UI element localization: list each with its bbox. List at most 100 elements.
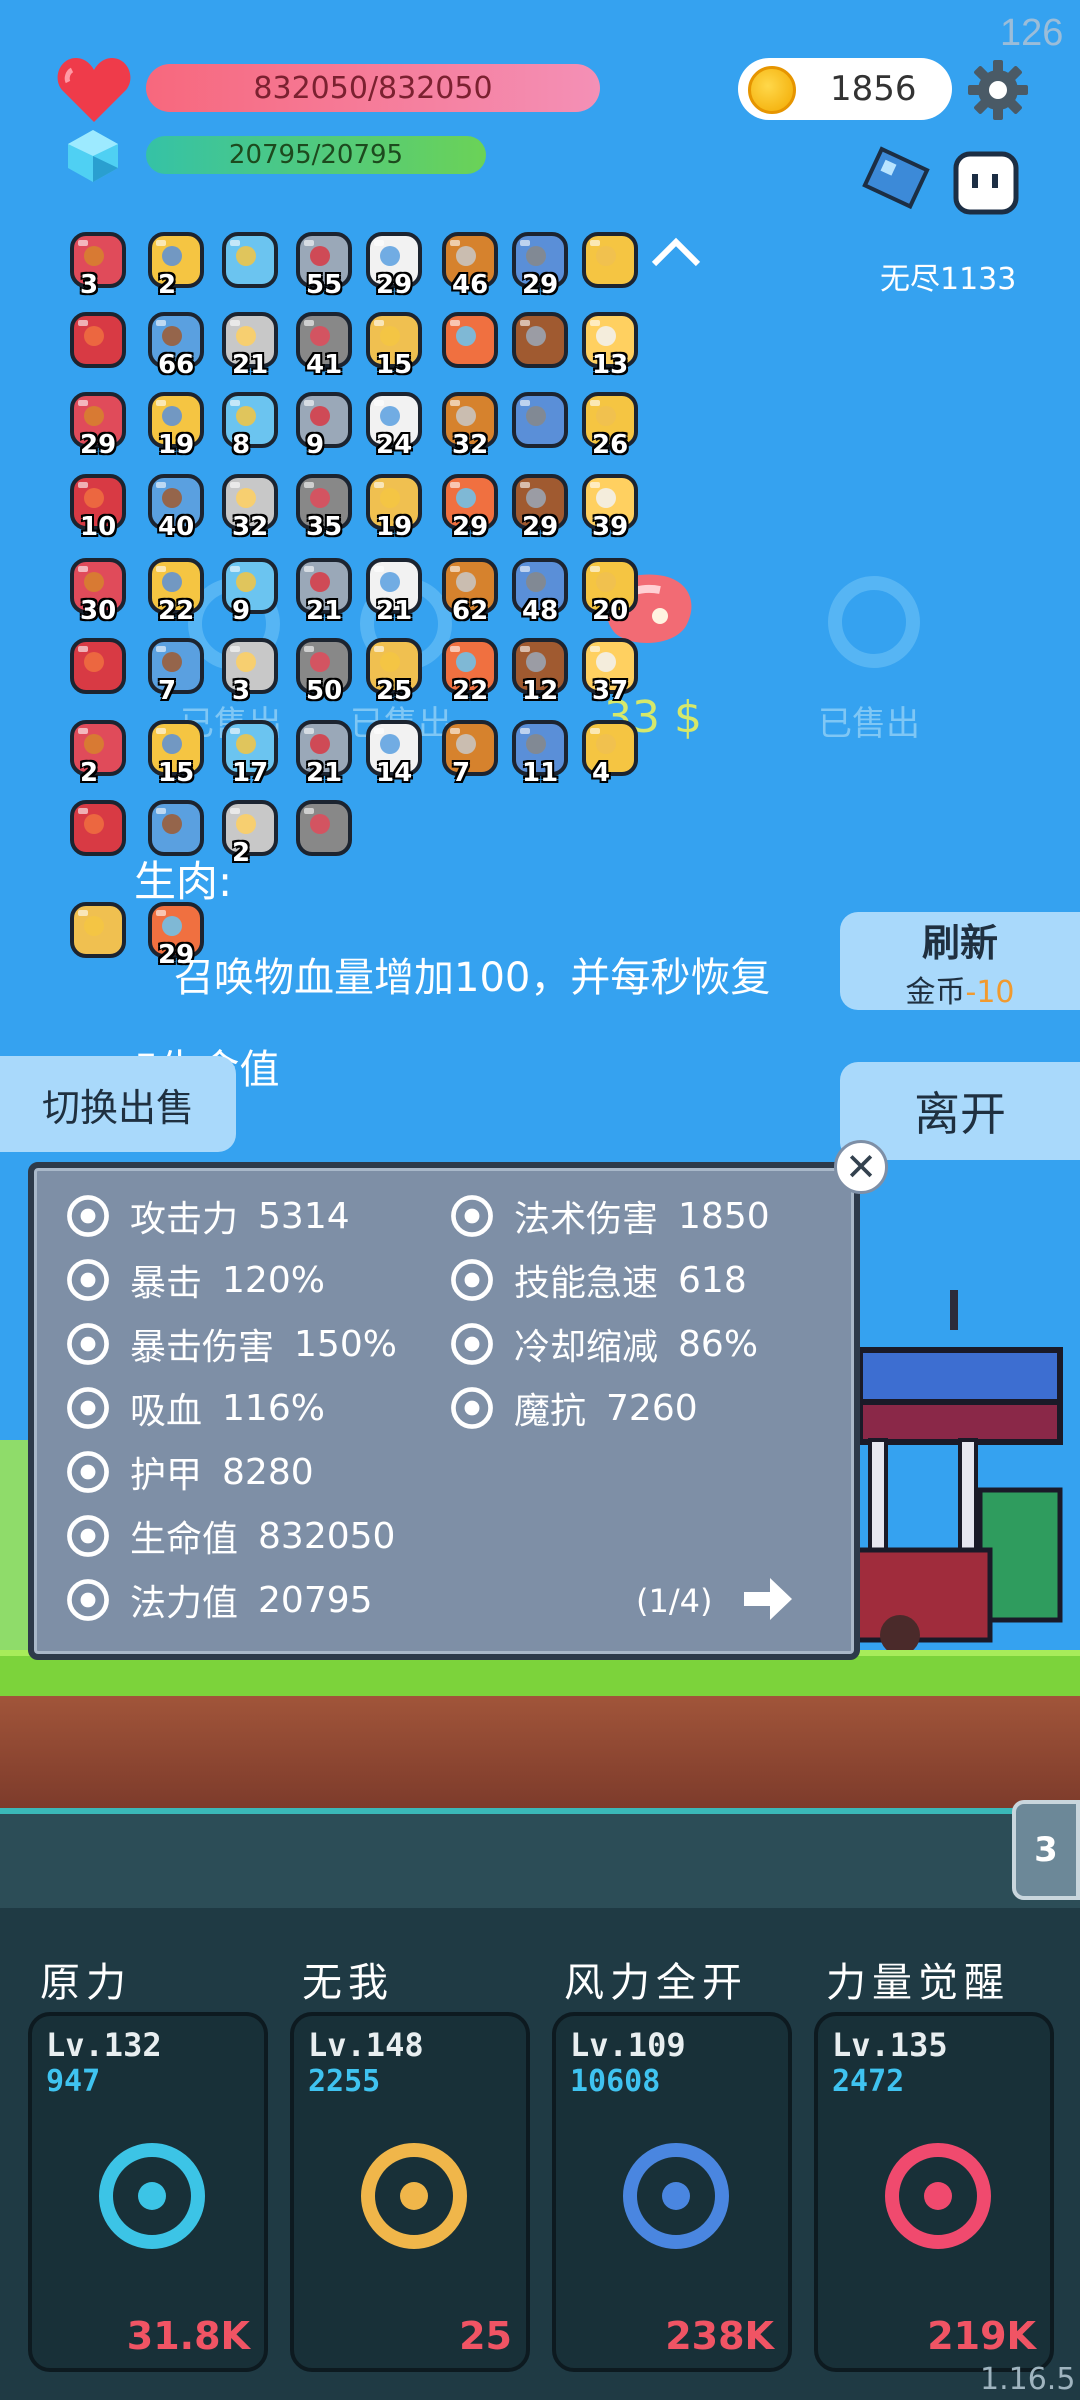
stat-row: 生命值 832050: [60, 1508, 395, 1564]
skill-level: Lv.135: [832, 2026, 948, 2064]
stat-row: 法力值 20795: [60, 1572, 373, 1628]
skill-upgrade-cost: 25: [459, 2314, 512, 2358]
stat-label: 攻击力: [130, 1199, 239, 1240]
fps-counter: 126: [1000, 12, 1064, 54]
item-count: 55: [306, 270, 343, 300]
stat-value: 7260: [606, 1387, 698, 1429]
item-count: 13: [592, 350, 629, 380]
mana-bar: 20795/20795: [146, 136, 486, 174]
magnet-icon[interactable]: [64, 306, 132, 374]
item-count: 41: [306, 350, 343, 380]
skill-name: 无我: [302, 1960, 394, 2006]
stat-row: 吸血 116%: [60, 1380, 325, 1436]
refresh-button[interactable]: 刷新 金币-10: [840, 912, 1080, 1010]
lightbulb-card-icon[interactable]: [64, 896, 132, 964]
item-count: 29: [80, 430, 117, 460]
stat-value: 618: [678, 1259, 747, 1301]
skill-upgrade-cost: 219K: [927, 2314, 1036, 2358]
test-tube-icon: [885, 2143, 991, 2249]
stat-label: 暴击伤害: [130, 1327, 275, 1368]
stat-label: 吸血: [130, 1391, 203, 1432]
skill-name: 原力: [40, 1960, 132, 2006]
item-count: 2: [158, 270, 177, 300]
item-description-line-2: 5生命值: [134, 1024, 834, 1116]
crit-icon: [60, 1252, 116, 1308]
item-count: 39: [592, 512, 629, 542]
crown-icon[interactable]: [576, 226, 644, 294]
feather-icon: [623, 2143, 729, 2249]
stat-value: 116%: [222, 1387, 325, 1429]
heart-icon: [57, 58, 131, 122]
item-count: 22: [452, 676, 489, 706]
skill-name: 力量觉醒: [826, 1960, 1010, 2006]
stat-value: 150%: [294, 1323, 397, 1365]
skill-level: Lv.148: [308, 2026, 424, 2064]
next-page-arrow-icon[interactable]: [742, 1576, 794, 1622]
item-count: 29: [376, 270, 413, 300]
lightning-icon: [444, 1252, 500, 1308]
item-count: 9: [306, 430, 325, 460]
skill-value: 2255: [308, 2064, 381, 2099]
item-count: 37: [592, 676, 629, 706]
item-count: 21: [376, 596, 413, 626]
item-count: 3: [80, 270, 99, 300]
refresh-cost-value: -10: [965, 974, 1015, 1010]
stat-value: 86%: [678, 1323, 759, 1365]
merchant-cart: [840, 1290, 1063, 1655]
item-count: 7: [158, 676, 177, 706]
skill-value: 947: [46, 2064, 101, 2099]
skill-card[interactable]: Lv.135 2472 219K: [814, 2012, 1054, 2372]
item-count: 14: [376, 758, 413, 788]
skill-upgrade-cost: 31.8K: [126, 2314, 250, 2358]
item-count: 11: [522, 758, 559, 788]
side-tab[interactable]: 3: [1012, 1800, 1080, 1900]
treasure-map-icon[interactable]: [506, 386, 574, 454]
gear-icon[interactable]: [966, 58, 1030, 122]
skill-name: 风力全开: [564, 1960, 748, 2006]
cycle-arrows-icon: [99, 2143, 205, 2249]
refresh-cost: 金币-10: [906, 967, 1015, 1011]
water-strip: [0, 1808, 1080, 1908]
magnifier-icon[interactable]: [216, 226, 284, 294]
stat-value: 5314: [258, 1195, 350, 1237]
item-count: 26: [592, 430, 629, 460]
skill-card[interactable]: Lv.109 10608 238K: [552, 2012, 792, 2372]
clipboard-icon[interactable]: [290, 794, 358, 862]
collapse-chevron-icon[interactable]: [648, 232, 704, 272]
shop-slot-ring-3[interactable]: [828, 576, 920, 668]
stat-value: 8280: [222, 1451, 314, 1493]
treasure-chest-icon[interactable]: [506, 306, 574, 374]
item-count: 9: [232, 596, 251, 626]
item-count: 19: [376, 512, 413, 542]
item-count: 10: [80, 512, 117, 542]
disc-icon[interactable]: [64, 632, 132, 700]
skill-card[interactable]: Lv.132 947 31.8K: [28, 2012, 268, 2372]
stat-row: 技能急速 618: [444, 1252, 747, 1308]
item-count: 62: [452, 596, 489, 626]
item-description: 召唤物血量增加100，并每秒恢复 5生命值: [134, 932, 834, 1116]
item-name: 生肉:: [134, 857, 233, 906]
stat-row: 护甲 8280: [60, 1444, 314, 1500]
stat-label: 法力值: [130, 1583, 239, 1624]
switch-sell-button[interactable]: 切换出售: [0, 1056, 236, 1152]
item-count: 24: [376, 430, 413, 460]
endless-mode-icon[interactable]: [856, 140, 1026, 230]
mana-hexagon-icon: [60, 1572, 116, 1628]
stat-label: 护甲: [130, 1455, 203, 1496]
skill-card[interactable]: Lv.148 2255 25: [290, 2012, 530, 2372]
coin-icon: [748, 66, 796, 114]
stat-label: 法术伤害: [514, 1199, 659, 1240]
refresh-cost-prefix: 金币: [905, 974, 966, 1010]
axe-icon: [60, 1188, 116, 1244]
skill-value: 10608: [570, 2064, 661, 2099]
item-count: 30: [80, 596, 117, 626]
item-description-line-1: 召唤物血量增加100，并每秒恢复: [174, 955, 771, 1001]
torch-icon[interactable]: [436, 306, 504, 374]
item-count: 12: [522, 676, 559, 706]
item-count: 25: [376, 676, 413, 706]
pill-icon[interactable]: [64, 794, 132, 862]
mana-gem-icon: [68, 130, 118, 182]
item-count: 46: [452, 270, 489, 300]
close-icon[interactable]: ✕: [834, 1140, 888, 1194]
item-count: 15: [158, 758, 195, 788]
